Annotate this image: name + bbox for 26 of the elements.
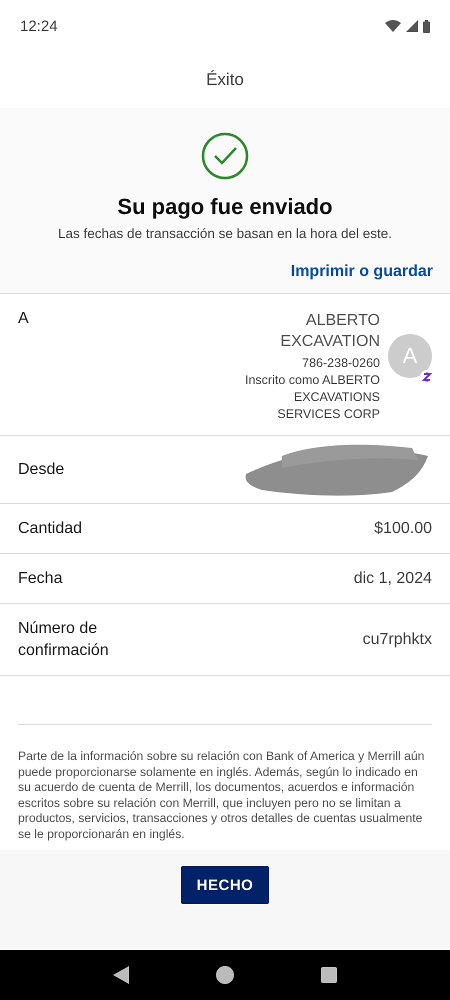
- disclaimer-text: Parte de la información sobre su relación con Bank of America y Merrill aún puede proporcionarse solamente en inglés. Además, según lo indicado en su acuerdo de cuenta de Merrill, los documentos, acuerdos e información escritos sobre su relación con Merrill, que incluyen pero no se limitan a productos, servicios, transacciones y otros detalles de cuentas usualmente se le proporcionarán en inglés.: [18, 749, 426, 842]
- recipient-name: ALBERTO EXCAVATION: [279, 311, 380, 352]
- done-button[interactable]: HECHO: [181, 866, 269, 904]
- detail-value: $100.00: [374, 520, 432, 538]
- screen-title: Éxito: [206, 70, 244, 90]
- detail-label: Cantidad: [18, 519, 82, 539]
- success-heading: Su pago fue enviado: [117, 194, 333, 220]
- detail-value: dic 1, 2024: [354, 570, 432, 588]
- battery-icon: [423, 20, 430, 32]
- zelle-icon: [420, 370, 434, 384]
- recipient-enrolled-name: Inscrito como ALBERTO EXCAVATIONS SERVICES CORP: [244, 372, 380, 423]
- success-subtitle: Las fechas de transacción se basan en la hora del este.: [58, 226, 392, 241]
- back-icon[interactable]: [113, 966, 130, 984]
- status-time: 12:24: [20, 18, 58, 34]
- detail-label: Desde: [18, 461, 64, 479]
- print-link[interactable]: Imprimir o guardar: [290, 263, 433, 281]
- recipient-phone: 786-238-0260: [302, 355, 380, 372]
- detail-label: Número de confirmación: [18, 619, 110, 661]
- home-icon[interactable]: [216, 966, 234, 984]
- detail-label: Fecha: [18, 569, 62, 589]
- wifi-icon: [385, 20, 401, 32]
- signal-icon: [406, 20, 418, 32]
- detail-label: A: [18, 310, 29, 329]
- detail-value: cu7rphktx: [362, 631, 432, 649]
- recents-icon[interactable]: [320, 967, 337, 983]
- checkmark-icon: [201, 132, 249, 180]
